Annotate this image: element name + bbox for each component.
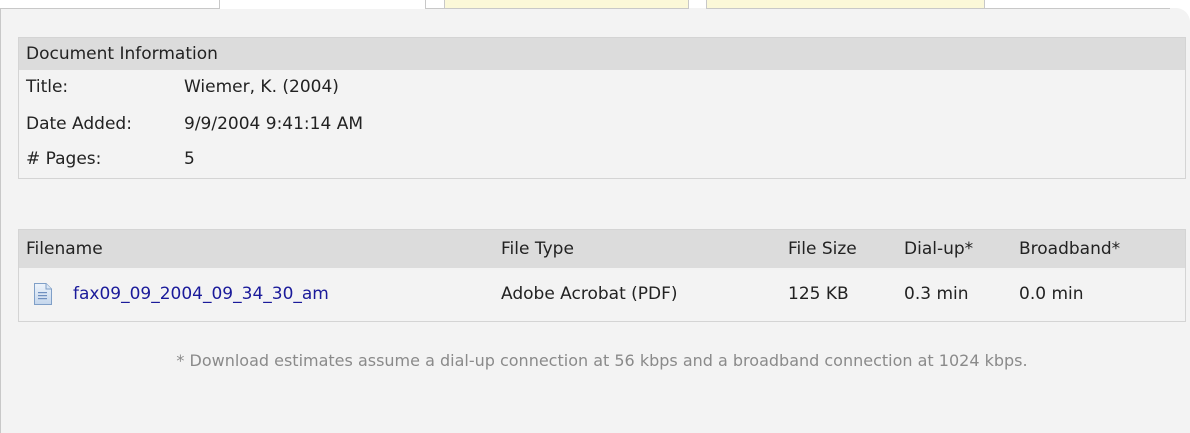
tab-active[interactable] [219, 0, 426, 9]
file-size-cell: 125 KB [788, 284, 849, 304]
title-label: Title: [26, 77, 69, 97]
title-value: Wiemer, K. (2004) [184, 77, 339, 97]
download-estimate-footnote: * Download estimates assume a dial-up co… [176, 351, 1028, 370]
tab-strip-border [985, 8, 1170, 9]
column-header-dialup: Dial-up* [904, 239, 974, 259]
date-added-value: 9/9/2004 9:41:14 AM [184, 114, 363, 134]
tab-inactive[interactable] [706, 0, 985, 9]
dialup-estimate-cell: 0.3 min [904, 284, 969, 304]
pages-label: # Pages: [26, 149, 102, 169]
date-added-label: Date Added: [26, 114, 132, 134]
column-header-broadband: Broadband* [1019, 239, 1121, 259]
column-header-file-type: File Type [501, 239, 574, 259]
file-download-link[interactable]: fax09_09_2004_09_34_30_am [73, 268, 329, 321]
document-information-box: Document Information Title: Wiemer, K. (… [18, 37, 1186, 179]
files-table: Filename File Type File Size Dial-up* Br… [18, 229, 1186, 322]
broadband-estimate-cell: 0.0 min [1019, 284, 1084, 304]
files-table-header: Filename File Type File Size Dial-up* Br… [19, 230, 1185, 268]
tab-strip-border [426, 8, 444, 9]
pages-value: 5 [184, 149, 195, 169]
file-type-cell: Adobe Acrobat (PDF) [501, 284, 678, 304]
column-header-file-size: File Size [788, 239, 857, 259]
table-row: fax09_09_2004_09_34_30_am Adobe Acrobat … [19, 268, 1185, 321]
document-information-header: Document Information [19, 38, 1185, 70]
column-header-filename: Filename [26, 239, 103, 259]
document-icon[interactable] [33, 283, 53, 305]
tab-inactive[interactable] [444, 0, 689, 9]
tab-strip [0, 0, 1190, 9]
tab-strip-border [0, 8, 219, 9]
